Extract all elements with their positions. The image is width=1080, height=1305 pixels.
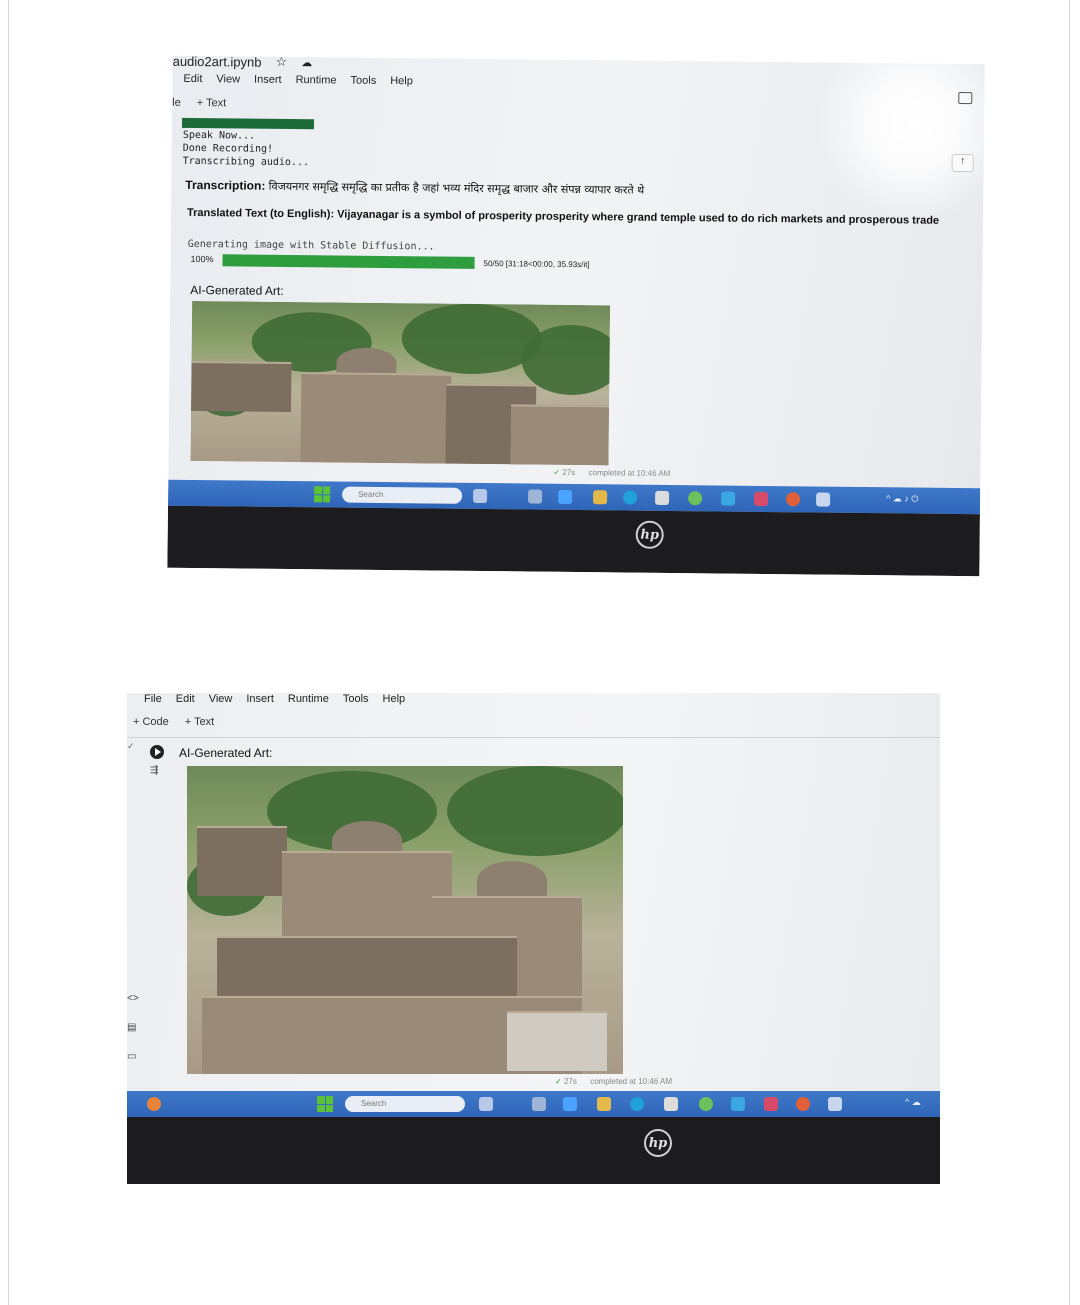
mcafee-icon[interactable] bbox=[764, 1097, 778, 1111]
up-arrow-icon[interactable]: ↑ bbox=[951, 153, 974, 173]
notebook-title-row: audio2art.ipynb ☆ ☁ bbox=[173, 56, 313, 70]
store-icon[interactable] bbox=[664, 1097, 678, 1111]
status-time: 27s bbox=[562, 467, 576, 477]
play-icon[interactable] bbox=[150, 745, 164, 759]
screenshot-photo-top: audio2art.ipynb ☆ ☁ Edit View Insert Run… bbox=[167, 55, 985, 577]
taskview-icon[interactable] bbox=[532, 1097, 546, 1111]
notes-icon[interactable] bbox=[816, 492, 831, 507]
menu-tools[interactable]: Tools bbox=[350, 75, 376, 87]
menu-view[interactable]: View bbox=[209, 693, 233, 705]
hp-logo: hp bbox=[644, 1129, 672, 1157]
progress-bar bbox=[222, 254, 475, 269]
windows-taskbar: Search ^ ☁ bbox=[127, 1091, 940, 1117]
taskbar-search[interactable]: Search bbox=[342, 486, 463, 504]
output-line: Done Recording! bbox=[182, 142, 274, 155]
copilot-icon[interactable] bbox=[558, 489, 573, 504]
left-sidebar: <> ▤ ▭ bbox=[127, 993, 139, 1062]
menu-bar: File Edit View Insert Runtime Tools Help bbox=[144, 693, 405, 705]
file-explorer-icon[interactable] bbox=[593, 490, 608, 505]
translated-label: Translated Text (to English): bbox=[186, 206, 335, 221]
menu-bar: Edit View Insert Runtime Tools Help bbox=[183, 73, 413, 87]
progress-stats: 50/50 [31:18<00:00, 35.93s/it] bbox=[483, 259, 590, 270]
chrome-icon[interactable] bbox=[688, 491, 703, 506]
status-text: completed at 10:46 AM bbox=[590, 1077, 673, 1086]
taskbar-search[interactable]: Search bbox=[345, 1096, 465, 1112]
menu-insert[interactable]: Insert bbox=[254, 74, 282, 86]
status-time: 27s bbox=[563, 1077, 577, 1086]
translated-text: Vijayanagar is a symbol of prosperity pr… bbox=[337, 208, 940, 227]
mcafee-icon[interactable] bbox=[754, 491, 769, 507]
progress-fill bbox=[222, 254, 475, 269]
output-line: Speak Now... bbox=[182, 129, 256, 142]
list-icon[interactable]: ▤ bbox=[127, 1022, 139, 1033]
system-tray[interactable]: ^ ☁ ♪ ⏻ bbox=[886, 493, 918, 504]
transcription-line: Transcription: विजयनगर समृद्धि समृद्धि क… bbox=[185, 178, 644, 198]
screenshot-photo-bottom: File Edit View Insert Runtime Tools Help… bbox=[127, 693, 940, 1184]
menu-edit[interactable]: Edit bbox=[176, 693, 195, 705]
add-text-button[interactable]: + Text bbox=[197, 97, 227, 109]
toolbar: le + Text bbox=[172, 97, 226, 110]
taskview-icon[interactable] bbox=[528, 489, 543, 504]
menu-insert[interactable]: Insert bbox=[246, 693, 274, 705]
hp-logo: hp bbox=[635, 520, 664, 549]
add-text-button[interactable]: + Text bbox=[185, 716, 214, 728]
art-label: AI-Generated Art: bbox=[179, 746, 273, 760]
transcription-label: Transcription: bbox=[185, 177, 266, 193]
generated-temple-image bbox=[187, 766, 623, 1074]
search-placeholder: Search bbox=[358, 489, 384, 499]
toolbar: + Code + Text bbox=[133, 716, 214, 728]
browser-icon[interactable] bbox=[786, 492, 801, 507]
add-code-button[interactable]: + Code bbox=[133, 716, 169, 728]
comment-icon[interactable] bbox=[958, 91, 973, 105]
windows-icon[interactable] bbox=[317, 1096, 333, 1112]
star-icon[interactable]: ☆ bbox=[275, 56, 287, 70]
chrome-icon[interactable] bbox=[699, 1097, 713, 1111]
status-line: ✓ 27s completed at 10:46 AM bbox=[555, 1077, 673, 1086]
art-label: AI-Generated Art: bbox=[190, 282, 284, 298]
laptop-bezel: hp bbox=[167, 505, 980, 577]
screen-glare bbox=[812, 55, 985, 225]
widgets-icon[interactable] bbox=[473, 488, 488, 504]
menu-runtime[interactable]: Runtime bbox=[296, 74, 337, 86]
menu-edit[interactable]: Edit bbox=[183, 73, 202, 85]
generated-temple-image bbox=[190, 300, 611, 466]
menu-tools[interactable]: Tools bbox=[343, 693, 369, 705]
menu-view[interactable]: View bbox=[216, 73, 240, 85]
terminal-icon[interactable]: ▭ bbox=[127, 1051, 139, 1062]
code-icon[interactable]: <> bbox=[127, 993, 139, 1004]
toolbar-divider bbox=[127, 737, 940, 738]
laptop-bezel: hp bbox=[127, 1117, 940, 1184]
progress-percent: 100% bbox=[190, 253, 214, 265]
browser-icon[interactable] bbox=[796, 1097, 810, 1111]
notebook-title[interactable]: audio2art.ipynb bbox=[173, 56, 262, 69]
search-placeholder: Search bbox=[361, 1099, 387, 1108]
cell-output-header bbox=[181, 117, 315, 130]
output-log: Speak Now... Done Recording! Transcribin… bbox=[183, 129, 310, 169]
toolbar-code-partial[interactable]: le bbox=[172, 97, 181, 109]
cell-gutter: ✓ bbox=[127, 741, 135, 751]
output-line: Transcribing audio... bbox=[182, 155, 310, 169]
generating-line: Generating image with Stable Diffusion..… bbox=[187, 238, 435, 253]
transcription-text: विजयनगर समृद्धि समृद्धि का प्रतीक है जहा… bbox=[268, 179, 645, 197]
menu-runtime[interactable]: Runtime bbox=[288, 693, 329, 705]
system-tray[interactable]: ^ ☁ bbox=[905, 1097, 921, 1108]
file-explorer-icon[interactable] bbox=[597, 1097, 611, 1111]
weather-icon[interactable] bbox=[147, 1097, 161, 1111]
cloud-icon[interactable]: ☁ bbox=[301, 56, 312, 69]
menu-help[interactable]: Help bbox=[390, 75, 413, 87]
output-toggle-icon[interactable]: ⇶ bbox=[150, 765, 158, 776]
status-text: completed at 10:46 AM bbox=[588, 468, 671, 478]
app-icon[interactable] bbox=[731, 1097, 745, 1111]
menu-file[interactable]: File bbox=[144, 693, 162, 705]
app-icon[interactable] bbox=[721, 491, 736, 506]
edge-icon[interactable] bbox=[630, 1097, 644, 1111]
edge-icon[interactable] bbox=[623, 490, 638, 505]
status-line: ✓ 27s completed at 10:46 AM bbox=[553, 467, 671, 478]
store-icon[interactable] bbox=[655, 490, 670, 505]
widgets-icon[interactable] bbox=[479, 1097, 493, 1111]
menu-help[interactable]: Help bbox=[383, 693, 406, 705]
notes-icon[interactable] bbox=[828, 1097, 842, 1111]
copilot-icon[interactable] bbox=[563, 1097, 577, 1111]
windows-icon[interactable] bbox=[314, 486, 331, 503]
